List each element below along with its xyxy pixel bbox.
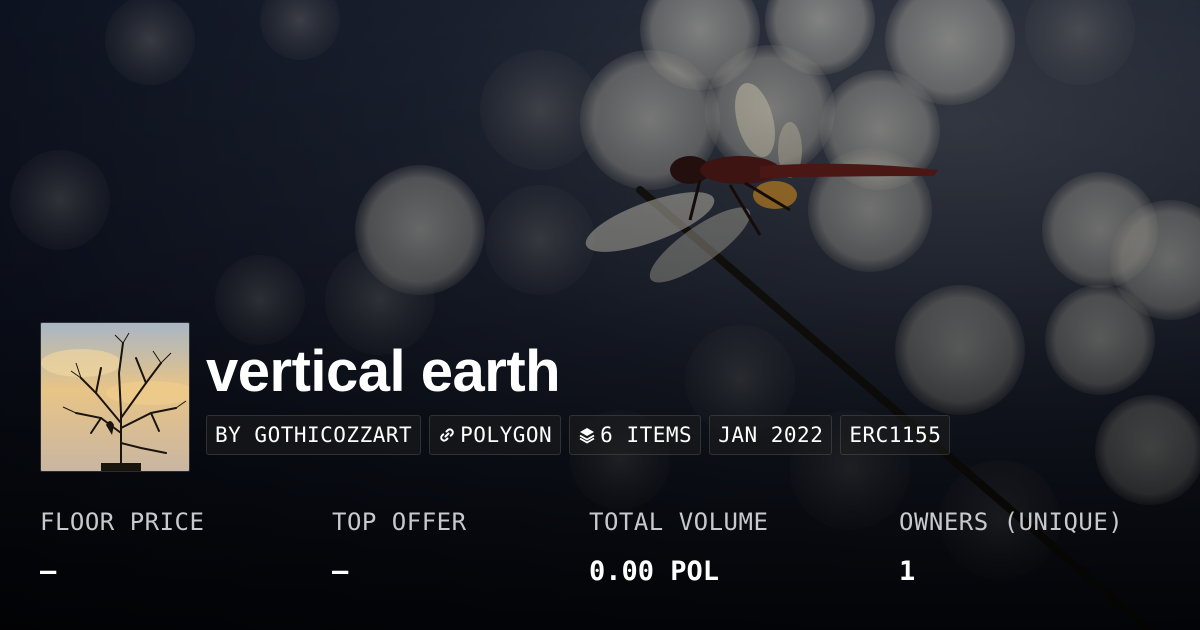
stat-label: OWNERS (UNIQUE) — [899, 508, 1124, 536]
collection-card: vertical earth BY GOTHICOZZART POLYGON 6… — [0, 0, 1200, 630]
stat-value: – — [332, 556, 349, 587]
layers-icon — [578, 426, 596, 444]
created-date-tag: JAN 2022 — [709, 415, 833, 455]
collection-title: vertical earth — [206, 339, 561, 404]
token-standard-tag-label: ERC1155 — [849, 423, 942, 447]
stat-owners-unique: OWNERS (UNIQUE) 1 — [899, 505, 1123, 589]
stat-floor-price: FLOOR PRICE – — [40, 505, 204, 589]
token-standard-tag: ERC1155 — [840, 415, 951, 455]
stat-value: 1 — [899, 556, 916, 587]
item-count-tag[interactable]: 6 ITEMS — [569, 415, 702, 455]
stat-value: – — [40, 556, 57, 587]
stat-top-offer: TOP OFFER – — [332, 505, 467, 589]
stat-total-volume: TOTAL VOLUME 0.00 POL — [589, 505, 768, 589]
collection-stats: FLOOR PRICE – TOP OFFER – TOTAL VOLUME 0… — [40, 505, 1180, 605]
creator-tag[interactable]: BY GOTHICOZZART — [206, 415, 422, 455]
chain-tag-label: POLYGON — [460, 423, 553, 447]
chain-link-icon — [438, 426, 456, 444]
created-date-tag-label: JAN 2022 — [718, 423, 824, 447]
collection-avatar[interactable] — [40, 322, 190, 472]
creator-tag-label: BY GOTHICOZZART — [215, 423, 413, 447]
tree-silhouette-image — [41, 323, 189, 471]
collection-tags: BY GOTHICOZZART POLYGON 6 ITEMS JAN 2022… — [206, 415, 951, 455]
item-count-tag-label: 6 ITEMS — [600, 423, 693, 447]
chain-tag[interactable]: POLYGON — [429, 415, 562, 455]
stat-label: TOTAL VOLUME — [589, 508, 769, 536]
stat-label: FLOOR PRICE — [40, 508, 205, 536]
stat-value: 0.00 POL — [589, 556, 720, 587]
stat-label: TOP OFFER — [332, 508, 467, 536]
